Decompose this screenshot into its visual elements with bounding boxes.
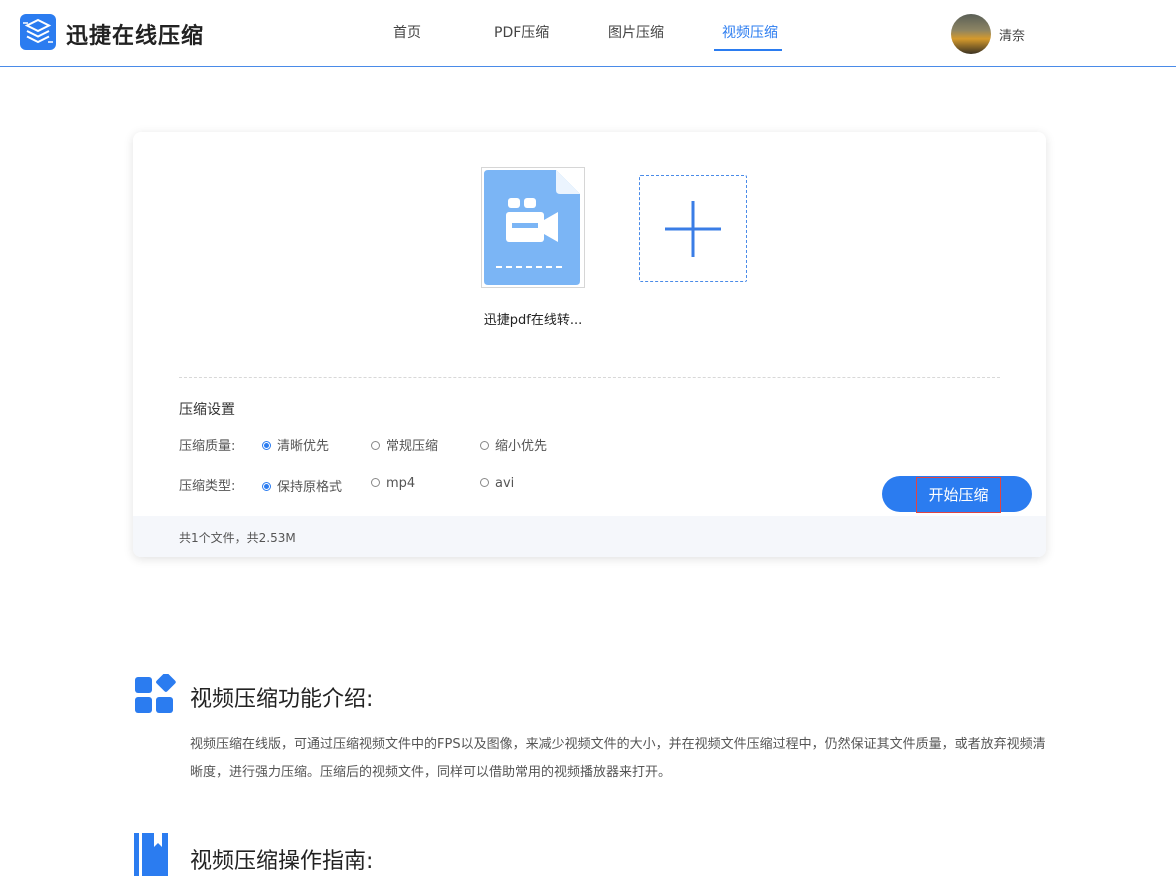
- video-file-icon: [484, 170, 580, 285]
- active-nav-underline: [714, 49, 782, 51]
- brand-name[interactable]: 迅捷在线压缩: [66, 18, 204, 50]
- intro-title: 视频压缩功能介绍:: [190, 687, 374, 712]
- username[interactable]: 清奈: [999, 25, 1025, 44]
- radio-icon[interactable]: [480, 478, 489, 487]
- apps-grid-icon: [135, 674, 176, 713]
- file-thumbnail[interactable]: [481, 167, 585, 288]
- radio-checked-icon[interactable]: [262, 482, 271, 491]
- nav-video-compress[interactable]: 视频压缩: [722, 22, 778, 42]
- radio-icon[interactable]: [371, 441, 380, 450]
- summary-bar: 共1个文件，共2.53M: [133, 516, 1046, 557]
- upload-card: 迅捷pdf在线转... 压缩设置 压缩质量: 清晰优先 常规压缩 缩小优先 压缩…: [133, 132, 1046, 557]
- type-option-original[interactable]: 保持原格式: [262, 476, 342, 495]
- top-header: 迅捷在线压缩 首页 PDF压缩 图片压缩 视频压缩 清奈: [0, 0, 1176, 67]
- start-compress-button[interactable]: 开始压缩: [882, 476, 1032, 513]
- plus-icon: [665, 201, 721, 257]
- nav-image-compress[interactable]: 图片压缩: [608, 22, 664, 42]
- quality-option-small[interactable]: 缩小优先: [480, 435, 547, 454]
- nav-pdf-compress[interactable]: PDF压缩: [494, 22, 549, 42]
- type-option-mp4[interactable]: mp4: [371, 476, 415, 491]
- file-summary: 共1个文件，共2.53M: [179, 531, 296, 545]
- intro-text: 视频压缩在线版，可通过压缩视频文件中的FPS以及图像，来减少视频文件的大小，并在…: [190, 737, 1046, 780]
- radio-icon[interactable]: [480, 441, 489, 450]
- avatar[interactable]: [951, 14, 991, 54]
- nav-home[interactable]: 首页: [393, 22, 421, 42]
- book-icon: [134, 833, 168, 876]
- file-name: 迅捷pdf在线转...: [483, 313, 583, 328]
- logo-icon[interactable]: [20, 14, 56, 50]
- divider: [179, 377, 1000, 378]
- start-compress-label: 开始压缩: [916, 477, 1001, 513]
- add-file-button[interactable]: [639, 175, 747, 282]
- type-option-avi[interactable]: avi: [480, 476, 514, 491]
- radio-checked-icon[interactable]: [262, 441, 271, 450]
- type-label: 压缩类型:: [179, 479, 236, 494]
- quality-option-clear[interactable]: 清晰优先: [262, 435, 329, 454]
- radio-icon[interactable]: [371, 478, 380, 487]
- guide-title: 视频压缩操作指南:: [190, 849, 374, 874]
- quality-label: 压缩质量:: [179, 439, 236, 454]
- quality-option-normal[interactable]: 常规压缩: [371, 435, 438, 454]
- settings-title: 压缩设置: [179, 402, 235, 418]
